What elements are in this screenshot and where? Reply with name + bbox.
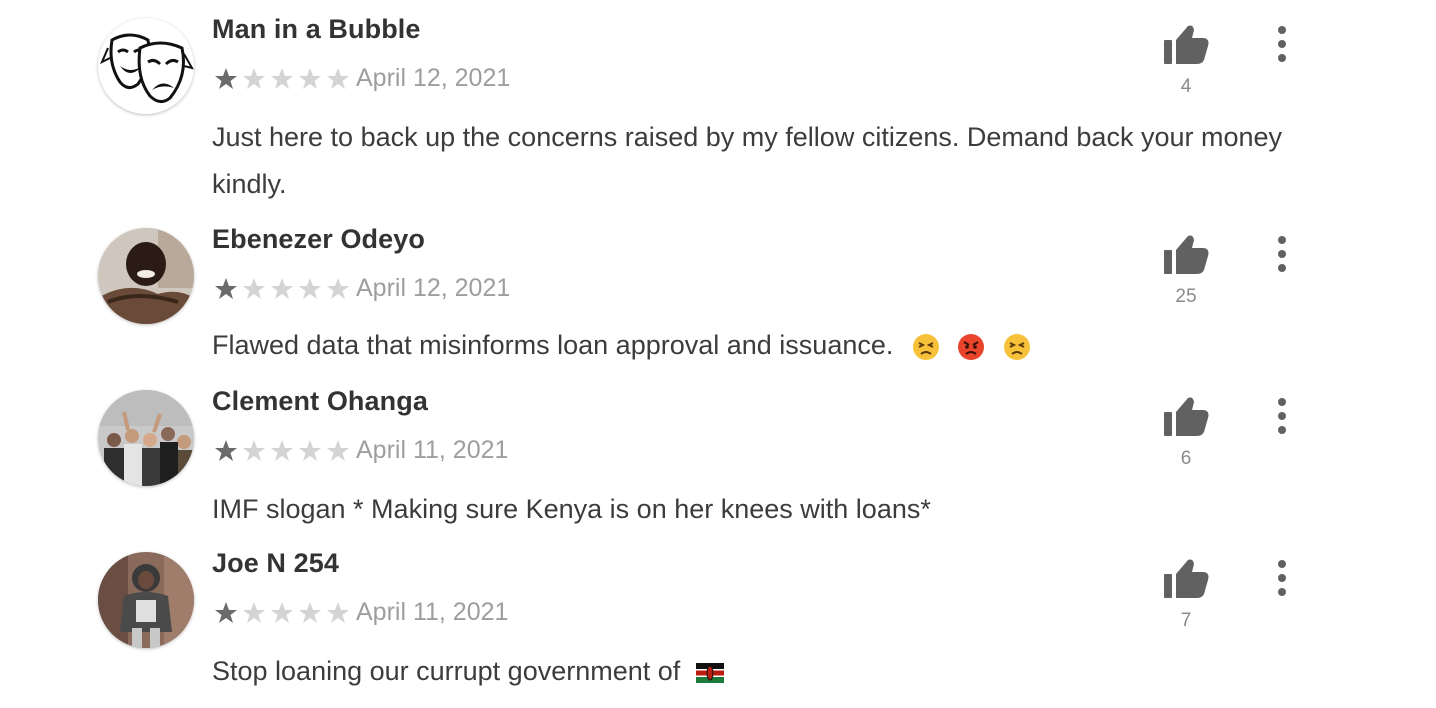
star-rating (212, 66, 352, 90)
rating-row: April 11, 2021 (212, 598, 508, 626)
star-empty-icon (243, 440, 265, 461)
reviewer-avatar (98, 228, 194, 324)
star-empty-icon (271, 602, 293, 623)
person-photo-avatar-icon (98, 552, 194, 648)
rating-row: April 12, 2021 (212, 274, 510, 302)
review-text-container: Flawed data that misinforms loan approva… (212, 322, 1312, 369)
crowd-photo-avatar-icon (98, 390, 194, 486)
review-date: April 12, 2021 (356, 63, 511, 92)
reviewer-name: Ebenezer Odeyo (212, 224, 425, 254)
reviewer-name: Man in a Bubble (212, 14, 421, 44)
star-filled-icon (215, 68, 237, 89)
more-vertical-icon (1278, 560, 1286, 596)
thumbs-up-icon (1164, 559, 1209, 598)
reviewer-name: Joe N 254 (212, 548, 339, 578)
star-filled-icon (215, 602, 237, 623)
review-date: April 11, 2021 (356, 435, 509, 464)
more-options-button[interactable] (1264, 234, 1300, 274)
pouting-face-emoji-icon (958, 333, 985, 360)
persevering-face-emoji-icon (1003, 333, 1030, 360)
star-empty-icon (327, 602, 349, 623)
review-date: April 12, 2021 (356, 273, 511, 302)
star-rating (212, 276, 352, 300)
reviewer-avatar (98, 390, 194, 486)
more-options-button[interactable] (1264, 24, 1300, 64)
helpful-button[interactable] (1160, 22, 1212, 66)
star-empty-icon (271, 68, 293, 89)
star-filled-icon (215, 278, 237, 299)
star-filled-icon (215, 440, 237, 461)
star-empty-icon (327, 68, 349, 89)
kenya-flag-emoji-icon (695, 662, 724, 683)
helpful-count: 6 (1180, 448, 1192, 469)
star-empty-icon (271, 278, 293, 299)
helpful-button[interactable] (1160, 394, 1212, 438)
star-empty-icon (299, 440, 321, 461)
theatre-masks-icon (98, 18, 194, 114)
photo-avatar-icon (98, 228, 194, 324)
star-empty-icon (243, 68, 265, 89)
star-rating (212, 438, 352, 462)
helpful-button[interactable] (1160, 556, 1212, 600)
star-empty-icon (327, 278, 349, 299)
star-empty-icon (271, 440, 293, 461)
helpful-count: 25 (1175, 286, 1197, 307)
thumbs-up-icon (1164, 235, 1209, 274)
helpful-count: 4 (1180, 76, 1192, 97)
reviewer-avatar (98, 552, 194, 648)
helpful-count: 7 (1180, 610, 1192, 631)
thumbs-up-icon (1164, 25, 1209, 64)
star-rating (212, 600, 352, 624)
review-text: IMF slogan * Making sure Kenya is on her… (212, 494, 931, 524)
star-empty-icon (327, 440, 349, 461)
review-date: April 11, 2021 (356, 597, 509, 626)
review-text: Just here to back up the concerns raised… (212, 122, 1283, 199)
star-empty-icon (299, 602, 321, 623)
thumbs-up-icon (1164, 397, 1209, 436)
more-vertical-icon (1278, 236, 1286, 272)
more-options-button[interactable] (1264, 396, 1300, 436)
star-empty-icon (299, 278, 321, 299)
review-text: Stop loaning our currupt government of (212, 656, 681, 686)
reviewer-avatar (98, 18, 194, 114)
star-empty-icon (243, 602, 265, 623)
review-text-container: Stop loaning our currupt government of (212, 648, 1312, 695)
more-options-button[interactable] (1264, 558, 1300, 598)
review-text: Flawed data that misinforms loan approva… (212, 330, 894, 360)
star-empty-icon (243, 278, 265, 299)
reviewer-name: Clement Ohanga (212, 386, 428, 416)
more-vertical-icon (1278, 26, 1286, 62)
more-vertical-icon (1278, 398, 1286, 434)
rating-row: April 11, 2021 (212, 436, 508, 464)
persevering-face-emoji-icon (912, 333, 939, 360)
star-empty-icon (299, 68, 321, 89)
helpful-button[interactable] (1160, 232, 1212, 276)
rating-row: April 12, 2021 (212, 64, 510, 92)
